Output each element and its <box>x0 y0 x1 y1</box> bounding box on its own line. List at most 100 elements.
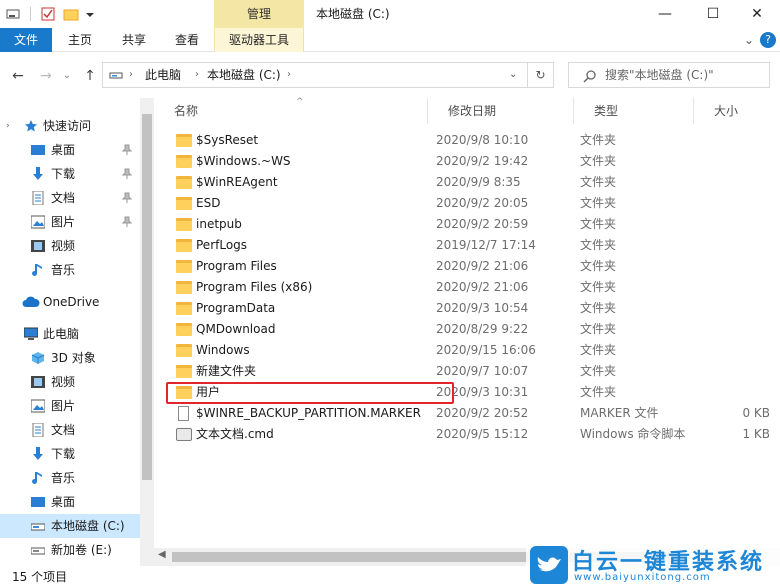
document-icon <box>32 423 44 437</box>
folder-icon <box>176 218 192 231</box>
bird-logo-icon <box>530 546 568 584</box>
folder-icon <box>176 176 192 189</box>
tab-share[interactable]: 共享 <box>108 28 160 52</box>
sidebar-item-3d-objects[interactable]: 3D 对象 <box>0 346 140 370</box>
title-bar: 管理 本地磁盘 (C:) — ☐ ✕ <box>0 0 780 28</box>
tab-manage[interactable]: 管理 <box>214 0 304 28</box>
scrollbar-thumb[interactable] <box>142 114 152 480</box>
up-button[interactable]: ↑ <box>80 66 100 86</box>
tab-file[interactable]: 文件 <box>0 28 52 52</box>
tab-drive-tools[interactable]: 驱动器工具 <box>214 28 304 52</box>
sort-ascending-icon: ^ <box>296 97 304 107</box>
ribbon-expand-icon[interactable]: ⌄ <box>740 28 758 52</box>
sidebar-item-local-disk-c[interactable]: 本地磁盘 (C:) <box>0 514 140 538</box>
drive-icon <box>31 547 45 555</box>
sidebar-item-label: 本地磁盘 (C:) <box>51 519 125 533</box>
file-row[interactable]: $SysReset 2020/9/8 10:10 文件夹 <box>168 130 770 151</box>
back-button[interactable]: ← <box>8 66 28 86</box>
tab-home[interactable]: 主页 <box>54 28 106 52</box>
sidebar-item-this-pc[interactable]: 此电脑 <box>0 322 140 346</box>
column-header-name[interactable]: 名称 ^ <box>154 98 428 124</box>
pin-icon[interactable] <box>122 192 132 204</box>
address-bar[interactable]: › 此电脑 › 本地磁盘 (C:) › ⌄ <box>102 62 528 88</box>
customize-toolbar-icon[interactable] <box>85 7 95 21</box>
sidebar-item-pictures[interactable]: 图片 <box>0 210 140 234</box>
sidebar-item-label: 3D 对象 <box>51 351 96 365</box>
sidebar-item-music[interactable]: 音乐 <box>0 258 140 282</box>
file-row[interactable]: $Windows.~WS 2020/9/2 19:42 文件夹 <box>168 151 770 172</box>
folder-icon <box>176 281 192 294</box>
sidebar-item-desktop[interactable]: 桌面 <box>0 490 140 514</box>
search-box[interactable] <box>568 62 770 88</box>
sidebar-item-label: 文档 <box>51 423 76 437</box>
download-icon <box>33 447 43 460</box>
nav-pane-scrollbar[interactable] <box>140 98 154 566</box>
recent-locations-button[interactable]: ⌄ <box>60 66 74 86</box>
sidebar-item-label: 此电脑 <box>43 327 80 341</box>
file-row[interactable]: Windows 2020/9/15 16:06 文件夹 <box>168 340 770 361</box>
address-dropdown-icon[interactable]: ⌄ <box>509 63 517 87</box>
scroll-left-icon[interactable]: ◀ <box>158 549 166 560</box>
pin-icon[interactable] <box>122 144 132 156</box>
file-row[interactable]: inetpub 2020/9/2 20:59 文件夹 <box>168 214 770 235</box>
sidebar-item-music[interactable]: 音乐 <box>0 466 140 490</box>
file-row[interactable]: $WINRE_BACKUP_PARTITION.MARKER 2020/9/2 2… <box>168 403 770 424</box>
pin-icon[interactable] <box>122 168 132 180</box>
ribbon-tabs: 文件 主页 共享 查看 驱动器工具 ⌄ ? <box>0 28 780 52</box>
new-folder-icon[interactable] <box>63 7 79 21</box>
sidebar-item-downloads[interactable]: 下载 <box>0 442 140 466</box>
expand-chevron-icon[interactable]: › <box>6 114 20 131</box>
pictures-icon <box>31 215 45 229</box>
column-header-date[interactable]: 修改日期 <box>428 98 574 124</box>
column-header-type[interactable]: 类型 <box>574 98 694 124</box>
sidebar-item-documents[interactable]: 文档 <box>0 418 140 442</box>
sidebar-item-label: 下载 <box>51 447 76 461</box>
minimize-button[interactable]: — <box>642 0 688 28</box>
sidebar-item-label: 音乐 <box>51 263 76 277</box>
sidebar-item-quick-access[interactable]: › 快速访问 <box>0 114 140 138</box>
file-row[interactable]: $WinREAgent 2020/9/9 8:35 文件夹 <box>168 172 770 193</box>
sidebar-item-downloads[interactable]: 下载 <box>0 162 140 186</box>
sidebar-item-desktop[interactable]: 桌面 <box>0 138 140 162</box>
breadcrumb-local-disk[interactable]: 本地磁盘 (C:) <box>207 63 281 87</box>
folder-icon <box>176 344 192 357</box>
pin-icon[interactable] <box>122 216 132 228</box>
search-input[interactable] <box>605 66 765 84</box>
sidebar-item-label: 新加卷 (E:) <box>51 543 112 557</box>
window-title: 本地磁盘 (C:) <box>316 7 390 21</box>
sidebar-item-videos[interactable]: 视频 <box>0 234 140 258</box>
folder-icon <box>176 239 192 252</box>
file-row[interactable]: PerfLogs 2019/12/7 17:14 文件夹 <box>168 235 770 256</box>
file-row[interactable]: QMDownload 2020/8/29 9:22 文件夹 <box>168 319 770 340</box>
close-button[interactable]: ✕ <box>734 0 780 28</box>
sidebar-item-label: OneDrive <box>43 295 100 309</box>
file-row[interactable]: ProgramData 2020/9/3 10:54 文件夹 <box>168 298 770 319</box>
search-icon <box>583 70 596 83</box>
sidebar-item-label: 下载 <box>51 167 76 181</box>
file-row[interactable]: Program Files (x86) 2020/9/2 21:06 文件夹 <box>168 277 770 298</box>
properties-icon[interactable] <box>41 7 55 21</box>
file-row[interactable]: 新建文件夹 2020/9/7 10:07 文件夹 <box>168 361 770 382</box>
tab-view[interactable]: 查看 <box>162 28 212 52</box>
sidebar-item-label: 视频 <box>51 375 76 389</box>
sidebar-item-label: 音乐 <box>51 471 76 485</box>
sidebar-item-new-volume-e[interactable]: 新加卷 (E:) <box>0 538 140 562</box>
drive-app-icon[interactable] <box>6 7 20 21</box>
sidebar-item-pictures[interactable]: 图片 <box>0 394 140 418</box>
forward-button[interactable]: → <box>36 66 56 86</box>
file-row[interactable]: ESD 2020/9/2 20:05 文件夹 <box>168 193 770 214</box>
file-row[interactable]: Program Files 2020/9/2 21:06 文件夹 <box>168 256 770 277</box>
sidebar-item-label: 文档 <box>51 191 76 205</box>
file-row[interactable]: 文本文档.cmd 2020/9/5 15:12 Windows 命令脚本 1 KB <box>168 424 770 445</box>
breadcrumb-this-pc[interactable]: 此电脑 <box>145 63 181 87</box>
download-icon <box>33 167 43 180</box>
refresh-button[interactable]: ↻ <box>528 62 554 88</box>
maximize-button[interactable]: ☐ <box>690 0 736 28</box>
sidebar-item-onedrive[interactable]: OneDrive <box>0 290 140 314</box>
drive-icon <box>109 72 123 79</box>
sidebar-item-documents[interactable]: 文档 <box>0 186 140 210</box>
column-header-size[interactable]: 大小 <box>694 98 772 124</box>
help-icon[interactable]: ? <box>760 32 776 48</box>
sidebar-item-videos[interactable]: 视频 <box>0 370 140 394</box>
folder-icon <box>176 134 192 147</box>
